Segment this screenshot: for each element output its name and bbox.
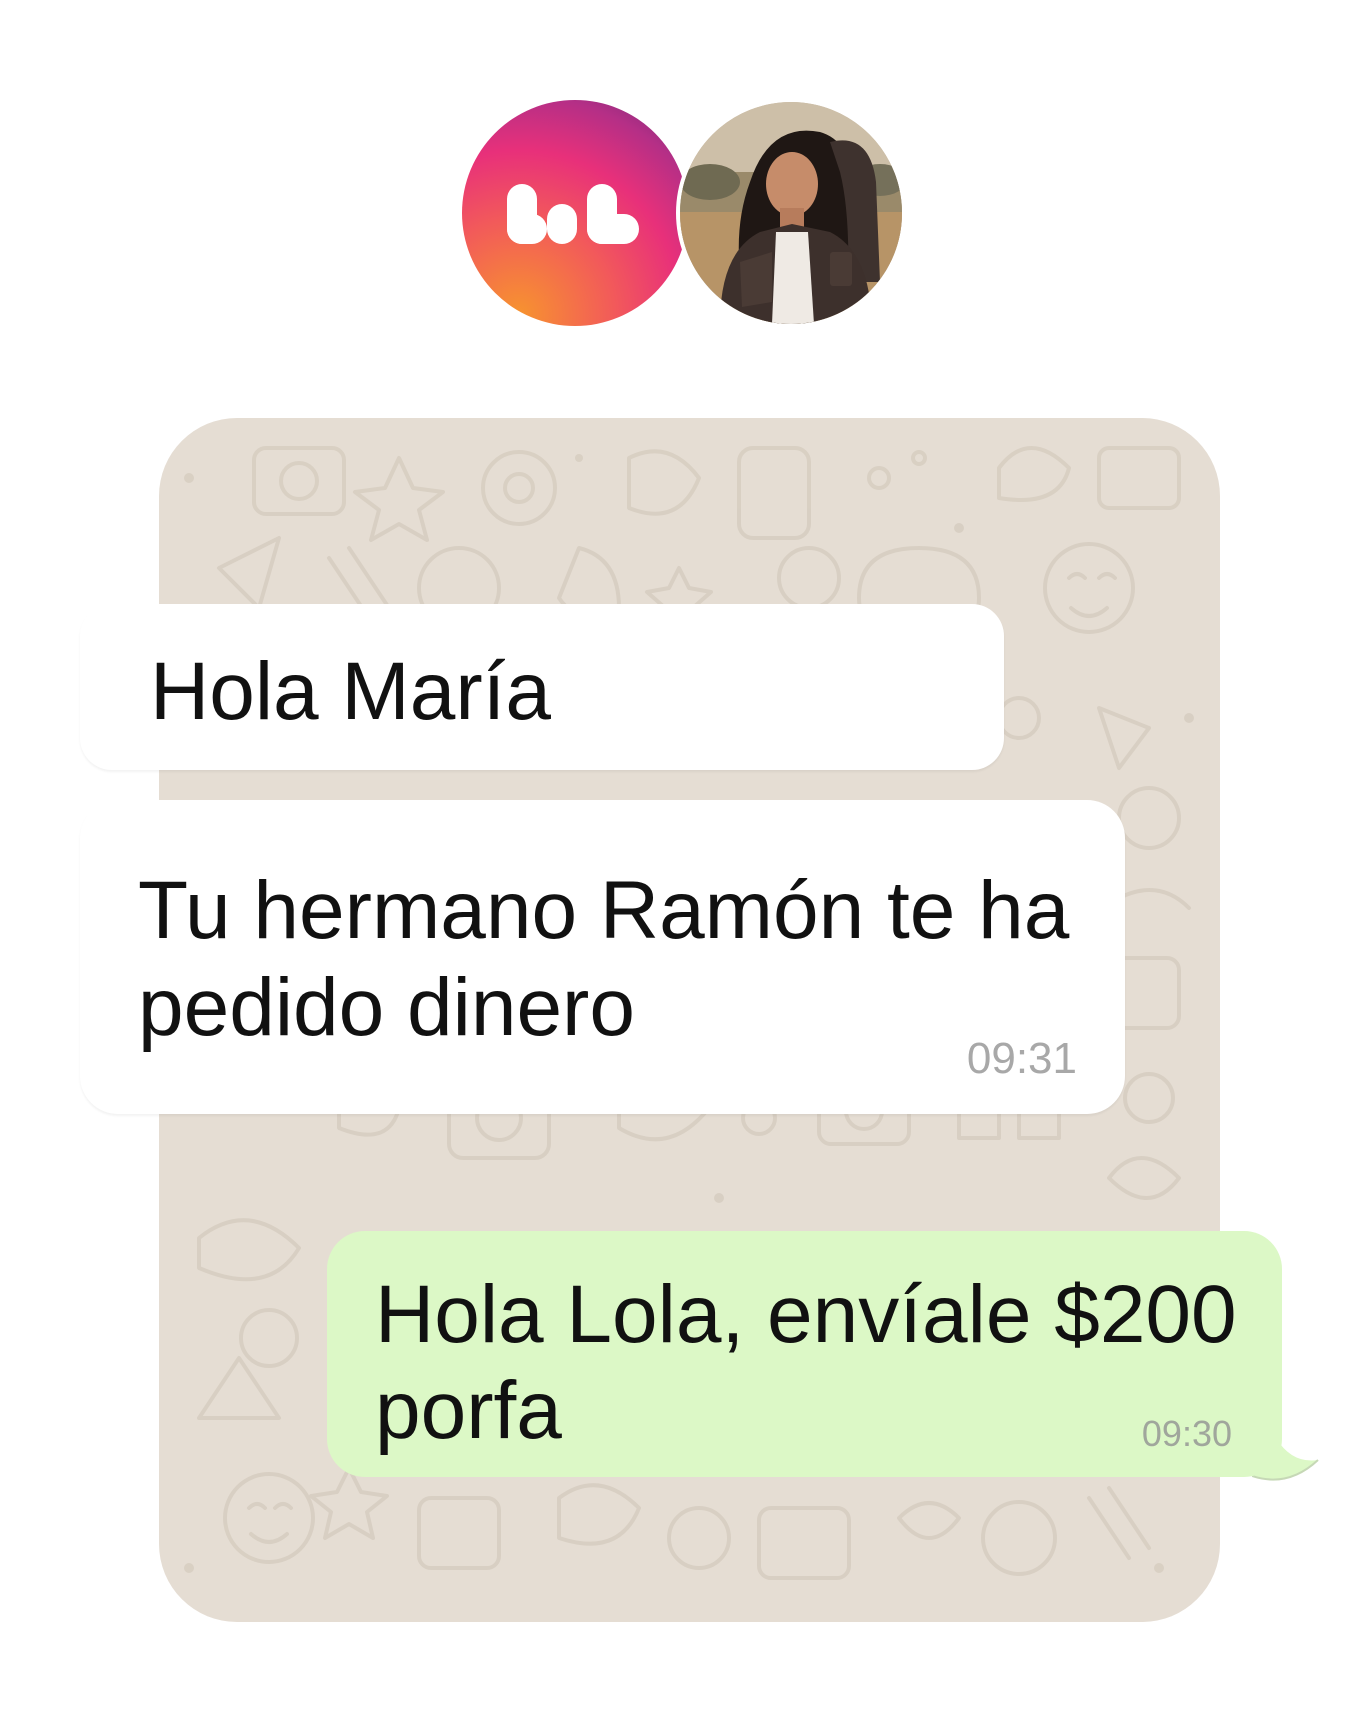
message-text: Hola Lola, envíale $200 porfa — [375, 1269, 1237, 1456]
bars-logo-icon — [507, 184, 639, 244]
participants-avatars — [462, 98, 906, 330]
message-timestamp: 09:30 — [1141, 1413, 1232, 1454]
brand-logo-avatar — [462, 100, 688, 326]
person-photo-icon — [680, 102, 902, 324]
message-text: Tu hermano Ramón te ha pedido dinero — [138, 865, 1070, 1053]
contact-avatar — [676, 98, 906, 328]
message-text: Hola María — [150, 646, 552, 737]
message-timestamp: 09:31 — [966, 1034, 1077, 1083]
outgoing-message[interactable]: Hola Lola, envíale $200 porfa 09:30 — [327, 1231, 1282, 1477]
incoming-message[interactable]: Tu hermano Ramón te ha pedido dinero 09:… — [80, 800, 1125, 1114]
incoming-message[interactable]: Hola María — [80, 604, 1004, 770]
